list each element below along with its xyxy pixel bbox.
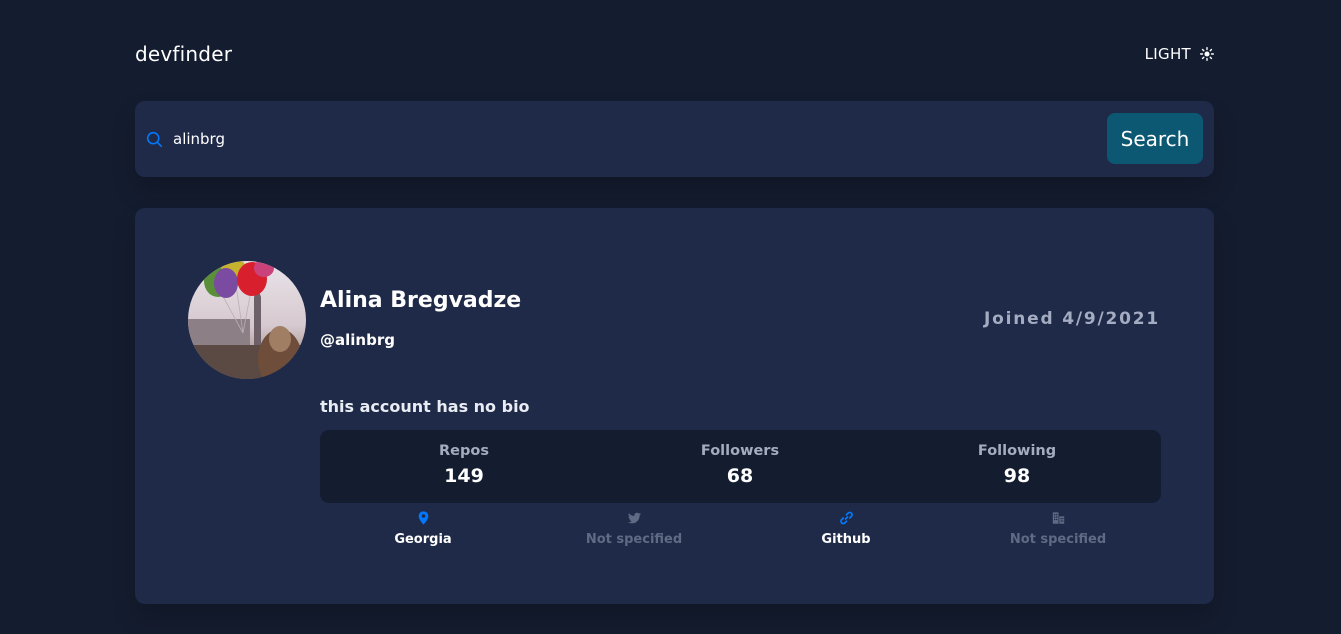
stat-repos: Repos 149 — [404, 430, 524, 503]
profile-card: Alina Bregvadze @alinbrg Joined 4/9/2021… — [135, 208, 1214, 604]
stat-value: 68 — [726, 465, 754, 487]
link-github-text: Github — [821, 532, 871, 547]
link-twitter-text: Not specified — [585, 532, 683, 547]
theme-toggle-label: LIGHT — [1144, 45, 1191, 63]
app-header: devfinder LIGHT — [135, 40, 1214, 68]
app-logo: devfinder — [135, 42, 233, 66]
avatar — [188, 261, 306, 379]
sun-icon — [1200, 47, 1214, 61]
twitter-icon — [627, 512, 641, 524]
search-button[interactable]: Search — [1107, 113, 1203, 164]
search-bar: Search — [135, 101, 1214, 177]
link-icon — [839, 511, 853, 525]
stats-panel: Repos 149 Followers 68 Following 98 — [320, 430, 1161, 503]
user-full-name: Alina Bregvadze — [320, 288, 522, 313]
stat-followers: Followers 68 — [680, 430, 800, 503]
link-company-text: Not specified — [1009, 532, 1107, 547]
location-icon — [418, 511, 428, 525]
stat-label: Following — [977, 443, 1057, 459]
user-bio: this account has no bio — [320, 397, 530, 416]
link-company: Not specified — [978, 511, 1138, 547]
link-location-text: Georgia — [394, 532, 452, 547]
link-twitter: Not specified — [554, 511, 714, 547]
stat-value: 149 — [444, 465, 484, 487]
user-handle: @alinbrg — [320, 331, 395, 349]
profile-links: Georgia Not specified Github Not specifi… — [320, 511, 1161, 551]
search-icon — [146, 131, 163, 148]
stat-value: 98 — [1003, 465, 1031, 487]
search-input[interactable] — [173, 127, 1073, 151]
joined-date: Joined 4/9/2021 — [984, 309, 1160, 329]
link-github[interactable]: Github — [766, 511, 926, 547]
stat-following: Following 98 — [957, 430, 1077, 503]
company-icon — [1052, 512, 1064, 524]
stat-label: Followers — [700, 443, 780, 459]
stat-label: Repos — [439, 443, 489, 459]
link-location: Georgia — [343, 511, 503, 547]
theme-toggle-button[interactable]: LIGHT — [1145, 45, 1214, 63]
